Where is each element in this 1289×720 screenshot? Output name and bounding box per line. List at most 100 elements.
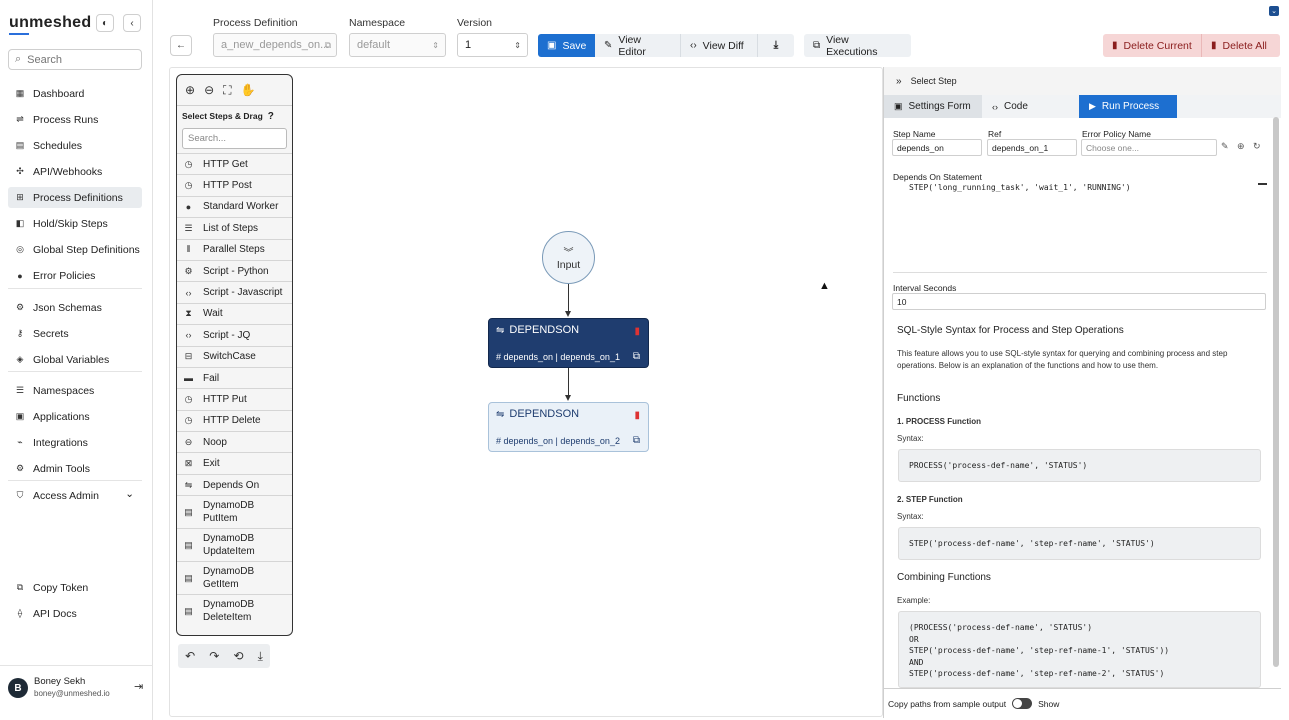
view-diff-button[interactable]: ‹› View Diff	[681, 34, 758, 57]
copy-node-icon[interactable]: ⧉	[633, 435, 640, 446]
history-icon[interactable]: ⟲	[233, 649, 243, 663]
panel-scrollbar[interactable]	[1273, 117, 1279, 667]
palette-item-noop[interactable]: ⊖ Noop	[177, 431, 292, 452]
palette-item-exit[interactable]: ⊠ Exit	[177, 452, 292, 473]
redo-icon[interactable]: ↷	[209, 649, 219, 663]
save-button[interactable]: ▣ Save	[538, 34, 595, 57]
input-node[interactable]: ︾ Input	[542, 231, 595, 284]
namespace-select[interactable]: default ⇕	[349, 33, 446, 57]
sidebar-item-global-step-definitions[interactable]: ◎ Global Step Definitions	[8, 239, 142, 260]
depends-on-code: STEP('long_running_task', 'wait_1', 'RUN…	[909, 183, 1131, 192]
palette-item-parallel-steps[interactable]: ⫴ Parallel Steps	[177, 238, 292, 260]
depends-on-editor[interactable]: STEP('long_running_task', 'wait_1', 'RUN…	[893, 183, 1267, 273]
palette-item-standard-worker[interactable]: ● Standard Worker	[177, 195, 292, 217]
copy-node-icon[interactable]: ⧉	[633, 351, 640, 362]
sidebar-item-error-policies[interactable]: ● Error Policies	[8, 265, 142, 286]
palette-search-input[interactable]: Search...	[182, 128, 287, 149]
user-profile: B Boney Sekh boney@unmeshed.io ⇥	[0, 665, 153, 710]
palette-item-dynamodb[interactable]: ▤ DynamoDB GetItem	[177, 561, 292, 594]
theme-toggle-button[interactable]: ◐	[96, 14, 114, 32]
logout-icon[interactable]: ⇥	[134, 680, 143, 693]
palette-item-dynamodb[interactable]: ▤ DynamoDB UpdateItem	[177, 528, 292, 561]
view-executions-button[interactable]: ⧉ View Executions	[804, 34, 911, 58]
undo-icon[interactable]: ↶	[185, 649, 195, 663]
sidebar-item-secrets[interactable]: ⚷ Secrets	[8, 323, 142, 344]
sidebar-item-hold-skip-steps[interactable]: ◧ Hold/Skip Steps	[8, 213, 142, 234]
palette-item-dynamodb[interactable]: ▤ DynamoDB DeleteItem	[177, 594, 292, 627]
sidebar-item-process-definitions[interactable]: ⊞ Process Definitions	[8, 187, 142, 208]
palette-item-script-javascript[interactable]: ‹› Script - Javascript	[177, 281, 292, 302]
step-name-input[interactable]: depends_on	[892, 139, 982, 156]
task-node-1[interactable]: ⇋ DEPENDSON # depends_on | depends_on_1 ▮…	[488, 318, 649, 368]
fit-view-icon[interactable]: ⛶	[223, 83, 231, 98]
task-node-2[interactable]: ⇋ DEPENDSON # depends_on | depends_on_2 ▮…	[488, 402, 649, 452]
avatar[interactable]: B	[8, 678, 28, 698]
refresh-icon[interactable]: ↻	[1253, 141, 1261, 152]
palette-item-depends-on[interactable]: ⇋ Depends On	[177, 473, 292, 495]
pan-hand-icon[interactable]: ✋	[241, 83, 256, 97]
sidebar-item-global-variables[interactable]: ◈ Global Variables	[8, 349, 142, 370]
palette-item-http-put[interactable]: ◷ HTTP Put	[177, 388, 292, 409]
sidebar-item-integrations[interactable]: ⌁ Integrations	[8, 432, 142, 453]
delete-all-button[interactable]: ▮ Delete All	[1202, 34, 1280, 57]
palette-item-script-python[interactable]: ⚙ Script - Python	[177, 259, 292, 281]
delete-current-button[interactable]: ▮ Delete Current	[1103, 34, 1202, 57]
export-icon[interactable]: ⤓	[258, 649, 263, 664]
add-circle-icon[interactable]: ⊕	[1237, 141, 1245, 152]
sidebar-search-input[interactable]	[27, 53, 128, 66]
view-editor-label: View Editor	[618, 33, 646, 58]
collapse-panel-icon[interactable]: »	[896, 76, 902, 87]
interval-input[interactable]: 10	[892, 293, 1266, 310]
sidebar-item-admin-tools[interactable]: ⚙ Admin Tools	[8, 458, 142, 479]
sidebar-search[interactable]: ⌕	[8, 49, 142, 70]
namespace-label: Namespace	[349, 17, 406, 29]
sidebar-item-applications[interactable]: ▣ Applications	[8, 406, 142, 427]
ref-input[interactable]: depends_on_1	[987, 139, 1077, 156]
tab-code[interactable]: ‹› Code	[982, 95, 1079, 118]
sidebar-item-api-docs[interactable]: ⟠ API Docs	[8, 603, 142, 624]
delete-node-icon[interactable]: ▮	[634, 410, 640, 421]
sidebar-item-dashboard[interactable]: ▦ Dashboard	[8, 83, 142, 104]
sidebar-item-access-admin[interactable]: ⛉ Access Admin ⌄	[8, 485, 142, 506]
copy-icon[interactable]: ⧉	[325, 40, 331, 51]
process-definition-field[interactable]: a_new_depends_on... ⧉	[213, 33, 337, 57]
sidebar-item-copy-token[interactable]: ⧉ Copy Token	[8, 577, 142, 598]
collapse-sidebar-button[interactable]: ‹	[123, 14, 141, 32]
view-editor-button[interactable]: ✎ View Editor	[595, 33, 681, 58]
chevron-down-icon[interactable]: ⌄	[125, 488, 134, 500]
sidebar-item-api-webhooks[interactable]: ✣ API/Webhooks	[8, 161, 142, 182]
edit-icon[interactable]: ✎	[1221, 141, 1229, 152]
mouse-cursor-icon: ▲	[819, 280, 830, 292]
tab-run-process[interactable]: ▶ Run Process	[1079, 95, 1177, 118]
sidebar-item-namespaces[interactable]: ☰ Namespaces	[8, 380, 142, 401]
sidebar-item-label: Copy Token	[33, 581, 89, 594]
back-button[interactable]: ←	[170, 35, 192, 56]
delete-node-icon[interactable]: ▮	[634, 326, 640, 337]
sidebar-item-schedules[interactable]: ▤ Schedules	[8, 135, 142, 156]
sidebar-item-process-runs[interactable]: ⇌ Process Runs	[8, 109, 142, 130]
app-logo[interactable]: unmeshed	[9, 14, 91, 32]
palette-item-wait[interactable]: ⧗ Wait	[177, 302, 292, 324]
palette-item-http-delete[interactable]: ◷ HTTP Delete	[177, 409, 292, 431]
palette-item-line2: GetItem	[203, 579, 239, 591]
palette-item-dynamodb[interactable]: ▤ DynamoDB PutItem	[177, 495, 292, 528]
expand-chevron-icon[interactable]: ⌄	[1269, 6, 1279, 16]
palette-item-http-get[interactable]: ◷ HTTP Get	[177, 153, 292, 174]
switch-icon: ⊟	[184, 351, 193, 362]
error-policy-select[interactable]: Choose one...	[1081, 139, 1217, 156]
help-icon[interactable]: ?	[268, 111, 274, 122]
variables-icon: ◈	[16, 354, 24, 364]
show-toggle[interactable]	[1012, 698, 1033, 709]
sidebar-item-json-schemas[interactable]: ⚙ Json Schemas	[8, 297, 142, 318]
palette-item-fail[interactable]: ▬ Fail	[177, 366, 292, 388]
zoom-out-icon[interactable]: ⊖	[204, 83, 214, 97]
tab-settings-form[interactable]: ▣ Settings Form	[884, 95, 982, 118]
palette-item-switchcase[interactable]: ⊟ SwitchCase	[177, 345, 292, 367]
palette-item-http-post[interactable]: ◷ HTTP Post	[177, 174, 292, 195]
zoom-in-icon[interactable]: ⊕	[185, 83, 195, 97]
palette-item-list-of-steps[interactable]: ☰ List of Steps	[177, 217, 292, 238]
version-select[interactable]: 1 ⇕	[457, 33, 528, 57]
edge-arrowhead	[565, 311, 571, 317]
download-button[interactable]: ⤓	[758, 34, 794, 57]
palette-item-script-jq[interactable]: ‹› Script - JQ	[177, 324, 292, 345]
